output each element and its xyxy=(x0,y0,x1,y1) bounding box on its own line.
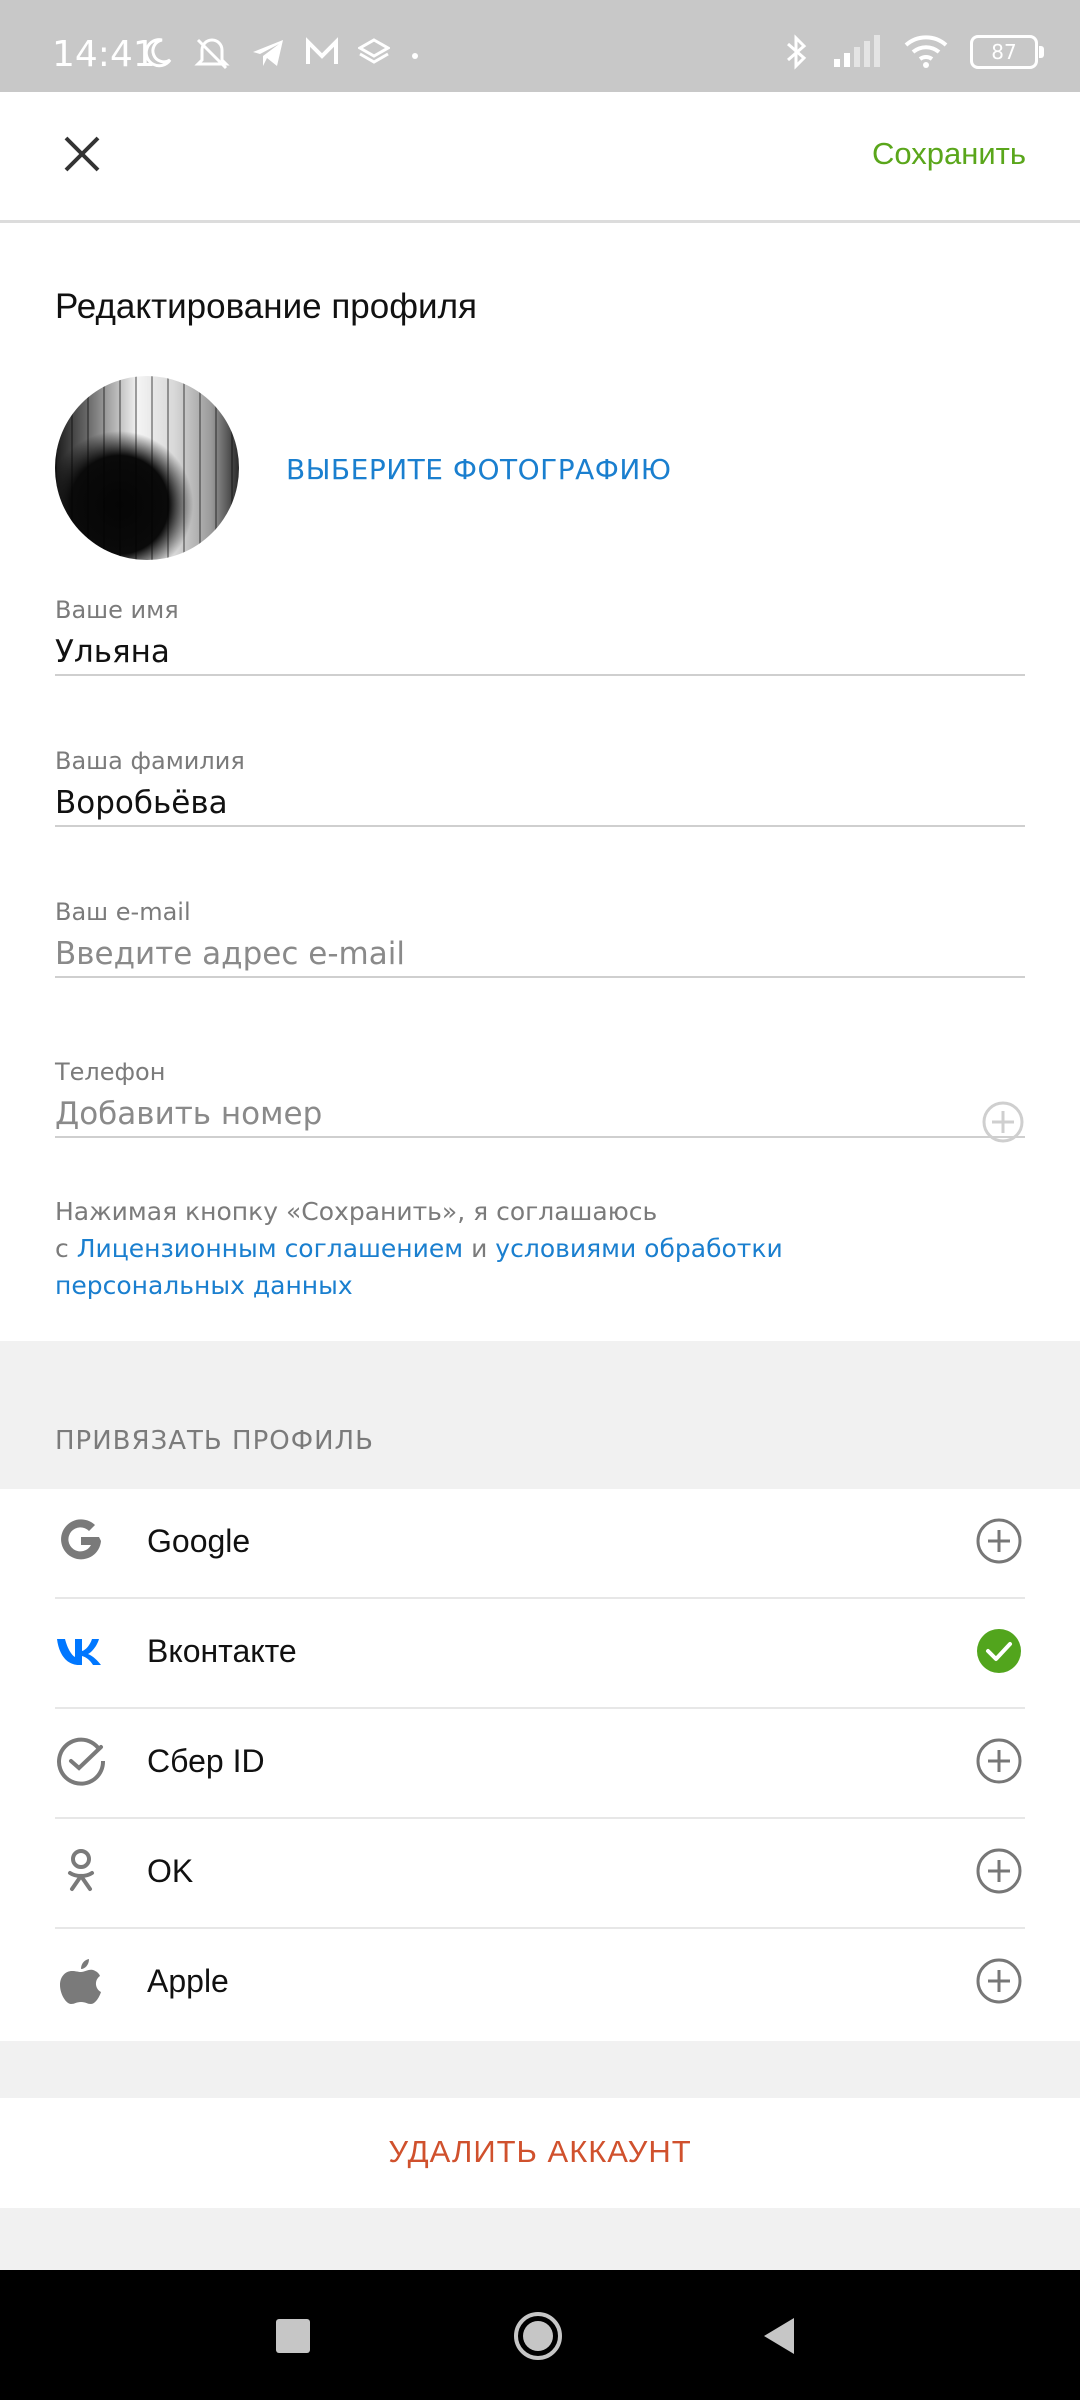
moon-icon xyxy=(144,38,172,68)
plus-circle-icon[interactable] xyxy=(975,1847,1023,1895)
layers-icon xyxy=(358,38,390,64)
phone-input[interactable]: Добавить номер xyxy=(55,1096,1025,1132)
provider-label: Вконтакте xyxy=(147,1633,297,1669)
provider-vkontakte[interactable]: Вконтакте xyxy=(55,1599,1025,1709)
page-title: Редактирование профиля xyxy=(55,287,477,326)
mute-icon xyxy=(194,38,230,70)
status-bar: 14:41 87 xyxy=(0,0,1080,92)
providers-list: Google Вконтакте Сбер ID OK Apple xyxy=(0,1489,1080,2041)
google-icon xyxy=(61,1519,101,1560)
avatar[interactable] xyxy=(55,376,239,560)
wifi-icon xyxy=(904,35,948,68)
email-label: Ваш e-mail xyxy=(55,898,191,926)
dot-icon xyxy=(412,53,418,59)
provider-label: Google xyxy=(147,1523,251,1559)
provider-google[interactable]: Google xyxy=(55,1489,1025,1599)
mail-icon xyxy=(306,37,338,64)
first-name-field[interactable]: Ваше имя Ульяна xyxy=(55,596,1025,676)
recent-apps-icon[interactable] xyxy=(276,2319,310,2353)
consent-line-1: Нажимая кнопку «Сохранить», я соглашаюсь xyxy=(55,1197,658,1226)
first-name-value[interactable]: Ульяна xyxy=(55,634,1025,670)
email-field[interactable]: Ваш e-mail Введите адрес e-mail xyxy=(55,898,1025,978)
provider-apple[interactable]: Apple xyxy=(55,1929,1025,2037)
provider-label: Сбер ID xyxy=(147,1743,265,1779)
license-agreement-link[interactable]: Лицензионным соглашением xyxy=(77,1234,463,1263)
add-phone-icon[interactable] xyxy=(981,1100,1025,1144)
consent-line-2: с Лицензионным соглашением и условиями о… xyxy=(55,1230,1035,1267)
phone-field[interactable]: Телефон Добавить номер xyxy=(55,1058,1025,1143)
back-icon[interactable] xyxy=(760,2316,796,2356)
first-name-label: Ваше имя xyxy=(55,596,179,624)
provider-ok[interactable]: OK xyxy=(55,1819,1025,1929)
plus-circle-icon[interactable] xyxy=(975,1517,1023,1565)
data-terms-link-part-2[interactable]: персональных данных xyxy=(55,1267,1035,1304)
plus-circle-icon[interactable] xyxy=(975,1957,1023,2005)
save-button[interactable]: Сохранить xyxy=(872,136,1026,172)
sber-icon xyxy=(57,1737,106,1786)
delete-account-button[interactable]: УДАЛИТЬ АККАУНТ xyxy=(0,2134,1080,2170)
signal-icon xyxy=(834,35,880,67)
avatar-image xyxy=(55,376,239,560)
apple-icon xyxy=(60,1959,101,2004)
status-icons-right: 87 xyxy=(784,34,1044,70)
odnoklassniki-icon xyxy=(68,1849,94,1891)
close-icon[interactable] xyxy=(52,124,112,184)
top-app-bar: Сохранить xyxy=(0,92,1080,223)
vk-icon xyxy=(57,1639,101,1665)
bluetooth-icon xyxy=(787,34,807,70)
consent-text: Нажимая кнопку «Сохранить», я соглашаюсь… xyxy=(55,1193,1035,1304)
provider-sber-id[interactable]: Сбер ID xyxy=(55,1709,1025,1819)
telegram-icon xyxy=(253,40,283,66)
battery-icon: 87 xyxy=(970,35,1044,69)
consent-and: и xyxy=(471,1234,488,1263)
provider-label: OK xyxy=(147,1853,194,1889)
plus-circle-icon[interactable] xyxy=(975,1737,1023,1785)
status-icons-left xyxy=(140,36,422,70)
link-profile-header: ПРИВЯЗАТЬ ПРОФИЛЬ xyxy=(55,1426,374,1456)
last-name-field[interactable]: Ваша фамилия Воробьёва xyxy=(55,747,1025,827)
choose-photo-button[interactable]: ВЫБЕРИТЕ ФОТОГРАФИЮ xyxy=(286,453,672,486)
delete-account-block: УДАЛИТЬ АККАУНТ xyxy=(0,2098,1080,2208)
last-name-value[interactable]: Воробьёва xyxy=(55,785,1025,821)
phone-label: Телефон xyxy=(55,1058,166,1086)
email-input[interactable]: Введите адрес e-mail xyxy=(55,936,1025,972)
consent-c: с xyxy=(55,1234,69,1263)
last-name-label: Ваша фамилия xyxy=(55,747,245,775)
check-circle-icon[interactable] xyxy=(975,1627,1023,1675)
home-icon[interactable] xyxy=(512,2310,564,2362)
data-terms-link-part-1[interactable]: условиями обработки xyxy=(495,1234,782,1263)
profile-form: Редактирование профиля ВЫБЕРИТЕ ФОТОГРАФ… xyxy=(0,223,1080,1341)
provider-label: Apple xyxy=(147,1963,229,1999)
system-nav-bar xyxy=(0,2270,1080,2400)
